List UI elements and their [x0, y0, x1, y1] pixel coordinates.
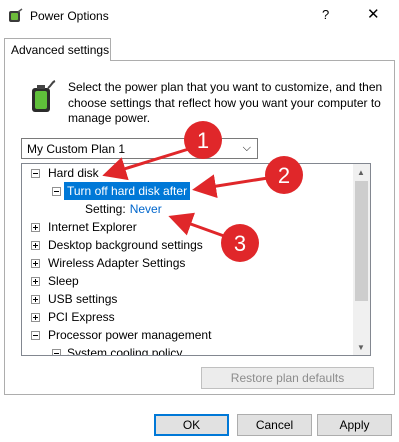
- tree-item-wireless-adapter[interactable]: Wireless Adapter Settings: [22, 254, 354, 272]
- tab-advanced-settings[interactable]: Advanced settings: [4, 38, 111, 61]
- setting-value[interactable]: Never: [130, 202, 162, 216]
- expand-icon[interactable]: [31, 223, 40, 232]
- tree-rows: Hard disk Turn off hard disk after Setti…: [22, 164, 354, 355]
- expand-icon[interactable]: [31, 277, 40, 286]
- cancel-button[interactable]: Cancel: [237, 414, 312, 436]
- collapse-icon[interactable]: [31, 331, 40, 340]
- tree-item-internet-explorer[interactable]: Internet Explorer: [22, 218, 354, 236]
- plan-description: Select the power plan that you want to c…: [68, 80, 383, 125]
- apply-button[interactable]: Apply: [317, 414, 392, 436]
- scroll-thumb[interactable]: [355, 181, 368, 301]
- chevron-down-icon: ⌵: [242, 142, 251, 154]
- settings-tree[interactable]: Hard disk Turn off hard disk after Setti…: [21, 163, 371, 356]
- setting-label: Setting:: [85, 202, 126, 216]
- tree-item-setting[interactable]: Setting: Never: [22, 200, 354, 218]
- tree-item-pci-express[interactable]: PCI Express: [22, 308, 354, 326]
- scroll-up-icon[interactable]: ▲: [357, 168, 365, 177]
- tree-item-system-cooling[interactable]: System cooling policy: [22, 344, 354, 355]
- tree-item-processor-power[interactable]: Processor power management: [22, 326, 354, 344]
- vertical-scrollbar[interactable]: ▲ ▼: [353, 164, 370, 355]
- expand-icon[interactable]: [31, 241, 40, 250]
- expand-icon[interactable]: [31, 295, 40, 304]
- ok-button[interactable]: OK: [154, 414, 229, 436]
- collapse-icon[interactable]: [31, 169, 40, 178]
- power-options-icon: [9, 8, 23, 22]
- window-title: Power Options: [30, 9, 109, 23]
- battery-plug-icon: [32, 80, 56, 112]
- collapse-icon[interactable]: [52, 187, 61, 196]
- title-bar: Power Options ? ✕: [0, 0, 399, 33]
- tree-item-sleep[interactable]: Sleep: [22, 272, 354, 290]
- tree-item-usb-settings[interactable]: USB settings: [22, 290, 354, 308]
- help-button[interactable]: ?: [322, 7, 329, 22]
- tree-item-turn-off-hard-disk[interactable]: Turn off hard disk after: [22, 182, 354, 200]
- collapse-icon[interactable]: [52, 349, 61, 355]
- plan-select-value: My Custom Plan 1: [27, 142, 126, 156]
- tree-item-hard-disk[interactable]: Hard disk: [22, 164, 354, 182]
- tree-item-desktop-background[interactable]: Desktop background settings: [22, 236, 354, 254]
- expand-icon[interactable]: [31, 259, 40, 268]
- close-button[interactable]: ✕: [367, 5, 380, 23]
- plan-select[interactable]: My Custom Plan 1 ⌵: [21, 138, 258, 159]
- expand-icon[interactable]: [31, 313, 40, 322]
- scroll-down-icon[interactable]: ▼: [357, 343, 365, 352]
- restore-plan-defaults-button[interactable]: Restore plan defaults: [201, 367, 374, 389]
